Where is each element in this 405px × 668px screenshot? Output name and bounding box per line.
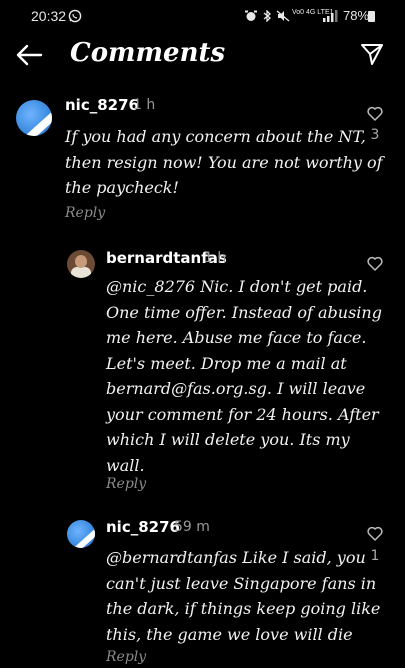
comment-line: One time offer. Instead of abusing — [106, 302, 382, 322]
comment-line: then resign now! You are not worthy of — [65, 152, 383, 172]
comment-line: your comment for 24 hours. After — [106, 404, 379, 424]
comment-username[interactable]: nic_8276 — [65, 96, 139, 114]
back-arrow-icon[interactable] — [14, 42, 44, 68]
mute-icon — [276, 10, 290, 22]
comment-text: @nic_8276 Nic. I don't get paid. One tim… — [106, 274, 382, 478]
signal-icon — [323, 10, 338, 22]
comment-line: @bernardtanfas Like I said, you — [106, 548, 366, 567]
battery-percent: 78% — [343, 8, 370, 23]
comment-line: which I will delete you. Its my — [106, 430, 350, 449]
comment-line: bernard@fas.org.sg. I will leave — [106, 379, 366, 398]
bluetooth-icon — [263, 10, 271, 22]
share-icon[interactable] — [360, 42, 384, 66]
comment-line: the dark, if things keep going like — [106, 599, 381, 618]
battery-icon — [368, 11, 375, 22]
avatar[interactable] — [67, 520, 95, 548]
whatsapp-icon — [68, 9, 82, 23]
status-bar: 20:32 Vo0 4G LTE1 78% — [0, 0, 405, 34]
comment-line: @nic_8276 Nic. I don't get paid. — [106, 277, 368, 296]
heart-icon[interactable] — [367, 256, 383, 271]
comment-time: 1 h — [204, 250, 227, 266]
comment-text: @bernardtanfas Like I said, you can't ju… — [106, 545, 380, 647]
like-count: 3 — [370, 127, 380, 143]
avatar[interactable] — [16, 100, 52, 136]
comment-line: the paycheck! — [65, 178, 179, 197]
reply-button[interactable]: Reply — [106, 649, 146, 665]
comment-line: me here. Abuse me face to face. — [106, 328, 367, 347]
reply-button[interactable]: Reply — [106, 476, 146, 492]
alarm-icon — [245, 10, 257, 21]
comment-line: this, the game we love will die — [106, 624, 353, 644]
reply-button[interactable]: Reply — [65, 205, 105, 221]
comment-text: If you had any concern about the NT, the… — [65, 124, 383, 201]
comment-time: 59 m — [174, 519, 210, 535]
heart-icon[interactable] — [367, 106, 383, 121]
comment-line: can't just leave Singapore fans in — [106, 573, 377, 593]
comment-line: Let's meet. Drop me a mail at — [106, 353, 347, 373]
status-time: 20:32 — [31, 8, 67, 24]
page-title: Comments — [70, 38, 226, 68]
comment-username[interactable]: nic_8276 — [106, 518, 180, 536]
comment-line: wall. — [106, 455, 145, 475]
avatar[interactable] — [67, 250, 95, 278]
comment-line: If you had any concern about the NT, — [65, 127, 366, 146]
heart-icon[interactable] — [367, 526, 383, 541]
comment-time: 1 h — [133, 97, 156, 113]
like-count: 1 — [370, 548, 380, 564]
